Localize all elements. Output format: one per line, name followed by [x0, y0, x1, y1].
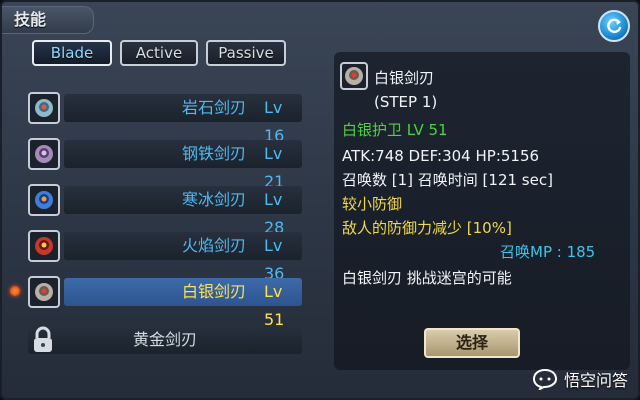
detail-summon: 召唤数 [1] 召唤时间 [121 sec]: [342, 171, 553, 189]
skill-bar: 白银剑刃 Lv 51: [64, 278, 302, 329]
skill-row-ice[interactable]: 寒冰剑刃 Lv 28: [28, 184, 304, 237]
lock-icon: [34, 326, 52, 352]
refresh-icon: [607, 18, 622, 34]
tab-passive[interactable]: Passive: [206, 40, 286, 66]
skill-name: 火焰剑刃: [182, 236, 247, 255]
detail-guard: 白银护卫 LV 51: [342, 121, 448, 139]
selected-marker-icon: [10, 286, 20, 296]
detail-step: (STEP 1): [374, 93, 438, 111]
silver-blade-icon: [28, 276, 60, 308]
skill-window: 技能 Blade Active Passive 岩石剑刃 Lv 16 钢铁剑刃 …: [0, 0, 640, 400]
ice-blade-icon: [28, 184, 60, 216]
skill-bar: 火焰剑刃 Lv 36: [64, 232, 302, 283]
tab-blade[interactable]: Blade: [32, 40, 112, 66]
skill-row-rock[interactable]: 岩石剑刃 Lv 16: [28, 92, 304, 145]
detail-defense-note: 较小防御: [342, 195, 403, 213]
silver-blade-detail-icon: [340, 62, 368, 90]
window-title: 技能: [2, 6, 94, 34]
watermark-text: 悟空问答: [563, 371, 628, 390]
skill-row-gold-locked[interactable]: 黄金剑刃: [28, 324, 304, 356]
detail-description: 白银剑刃 挑战迷宫的可能: [342, 269, 512, 287]
detail-summon-mp: 召唤MP : 185: [500, 243, 596, 261]
skill-row-flame[interactable]: 火焰剑刃 Lv 36: [28, 230, 304, 283]
skill-name: 岩石剑刃: [182, 98, 247, 117]
tab-active[interactable]: Active: [120, 40, 198, 66]
skill-name: 钢铁剑刃: [182, 144, 247, 163]
skill-row-silver[interactable]: 白银剑刃 Lv 51: [10, 276, 304, 329]
skill-row-steel[interactable]: 钢铁剑刃 Lv 21: [28, 138, 304, 191]
detail-skill-name: 白银剑刃: [374, 69, 435, 87]
watermark-logo-icon: [532, 368, 557, 390]
refresh-button[interactable]: [598, 10, 630, 42]
watermark: 悟空问答: [532, 366, 628, 392]
rock-blade-icon: [28, 92, 60, 124]
skill-tabs: Blade Active Passive: [32, 40, 286, 66]
skill-name: 白银剑刃: [182, 282, 247, 301]
skill-bar: 岩石剑刃 Lv 16: [64, 94, 302, 145]
skill-name: 寒冰剑刃: [182, 190, 247, 209]
choose-button[interactable]: 选择: [424, 328, 520, 358]
skill-bar: 钢铁剑刃 Lv 21: [64, 140, 302, 191]
skill-bar: 寒冰剑刃 Lv 28: [64, 186, 302, 237]
skill-detail-panel: 白银剑刃 (STEP 1) 白银护卫 LV 51 ATK:748 DEF:304…: [334, 52, 630, 370]
detail-effect: 敌人的防御力减少 [10%]: [342, 219, 512, 237]
locked-skill-name: 黄金剑刃: [28, 326, 302, 354]
steel-blade-icon: [28, 138, 60, 170]
flame-blade-icon: [28, 230, 60, 262]
detail-stats: ATK:748 DEF:304 HP:5156: [342, 147, 540, 165]
